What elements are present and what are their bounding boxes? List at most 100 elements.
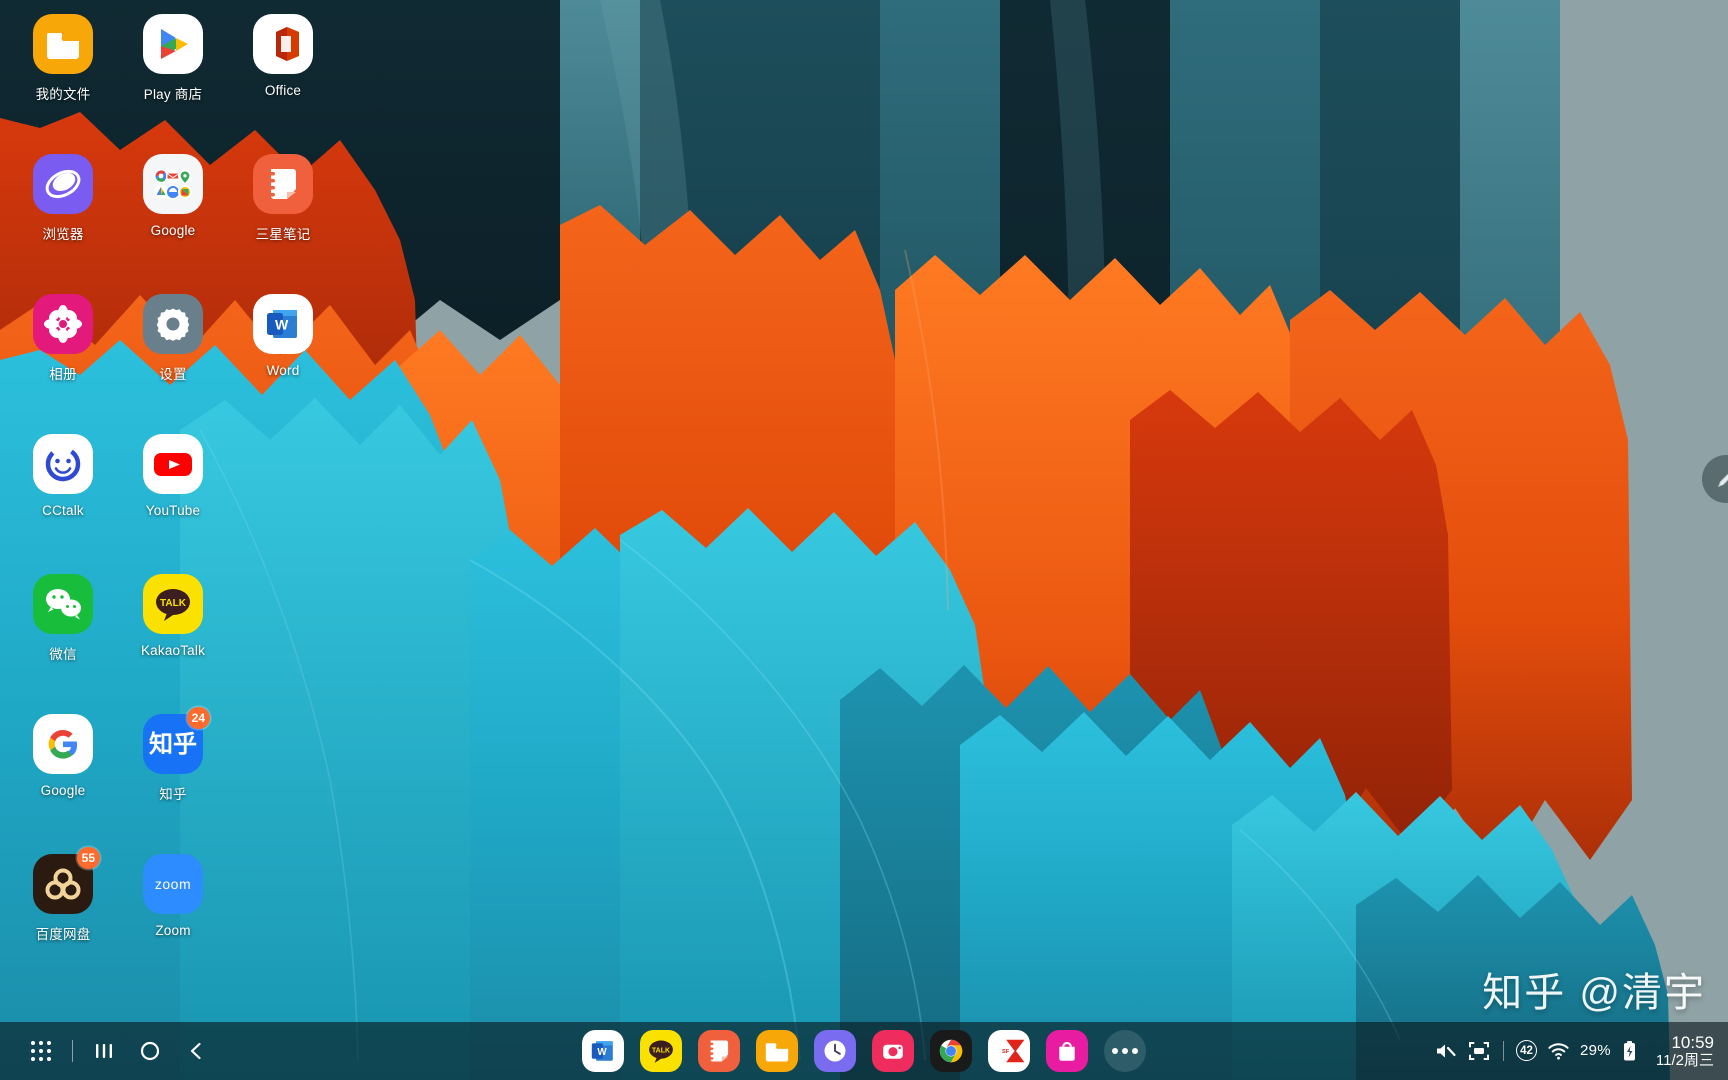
cctalk-icon [33, 434, 93, 494]
zhihu-icon: 知乎 24 [143, 707, 210, 774]
app-label: CCtalk [42, 503, 84, 518]
home-button[interactable] [127, 1028, 173, 1074]
app-icon-word[interactable]: W Word [228, 294, 338, 434]
taskbar-app-word[interactable]: W [582, 1030, 624, 1072]
dot [1122, 1048, 1128, 1054]
app-icon-samsung-notes[interactable]: 三星笔记 [228, 154, 338, 294]
app-label: 设置 [159, 367, 187, 382]
word-icon: W [253, 294, 313, 354]
wechat-icon [33, 574, 93, 634]
app-label: Word [266, 363, 300, 378]
app-icon-cctalk[interactable]: CCtalk [8, 434, 118, 574]
mute-button[interactable] [1433, 1039, 1457, 1063]
samsung-notes-icon [253, 154, 313, 214]
status-divider [1502, 1040, 1504, 1061]
app-label: Office [264, 83, 302, 98]
svg-text:SF: SF [1002, 1049, 1010, 1055]
recents-button[interactable] [81, 1028, 127, 1074]
battery-indicator[interactable] [1621, 1040, 1638, 1062]
app-icon-samsung-internet[interactable]: 浏览器 [8, 154, 118, 294]
play-store-icon [143, 14, 203, 74]
app-icon-zoom[interactable]: zoom Zoom [118, 854, 228, 994]
settings-gear-icon [143, 294, 203, 354]
taskbar-more-button[interactable] [1104, 1030, 1146, 1072]
back-button[interactable] [173, 1028, 219, 1074]
office-icon [253, 14, 313, 74]
svg-text:知乎: 知乎 [149, 731, 197, 758]
taskbar-app-camera[interactable] [872, 1030, 914, 1072]
kakaotalk-icon: TALK [143, 574, 203, 634]
wifi-icon [1548, 1043, 1569, 1061]
app-folder-google[interactable]: Google [118, 154, 228, 294]
app-label: Zoom [155, 923, 191, 938]
samsung-internet-icon [33, 154, 93, 214]
app-icon-kakaotalk[interactable]: TALK KakaoTalk [118, 574, 228, 714]
notification-badge: 55 [76, 847, 100, 869]
wifi-button[interactable] [1547, 1039, 1570, 1062]
taskbar-app-galaxy-store[interactable] [1046, 1030, 1088, 1072]
app-label: 我的文件 [35, 87, 91, 102]
battery-charging-icon [1623, 1040, 1635, 1061]
empty-grid-slot [228, 714, 338, 854]
app-icon-google-search[interactable]: Google [8, 714, 118, 854]
back-chevron-icon [190, 1042, 201, 1060]
battery-percent-label: 29% [1579, 1042, 1611, 1060]
notification-badge: 24 [186, 707, 210, 729]
empty-grid-slot [228, 434, 338, 574]
app-icon-zhihu[interactable]: 知乎 24 知乎 [118, 707, 228, 854]
taskbar-app-kakaotalk[interactable]: TALK [640, 1030, 682, 1072]
taskbar-app-samsung-notes[interactable] [698, 1030, 740, 1072]
app-label: 百度网盘 [35, 927, 91, 942]
home-screen-app-grid: 我的文件 Play 商店 Office 浏览器 Google 三星笔记 相册 设… [0, 0, 340, 942]
app-label: 知乎 [159, 787, 187, 802]
screen-capture-icon [1468, 1041, 1489, 1060]
taskbar-app-my-files[interactable] [756, 1030, 798, 1072]
taskbar: W TALK SF 42 29% 10:59 11/2周三 [0, 1022, 1728, 1080]
app-label: YouTube [145, 503, 201, 518]
apps-grid-icon [31, 1041, 51, 1061]
app-icon-settings[interactable]: 设置 [118, 294, 228, 434]
app-icon-gallery[interactable]: 相册 [8, 294, 118, 434]
my-files-icon [33, 14, 93, 74]
zoom-icon: zoom [143, 854, 203, 914]
empty-grid-slot [228, 854, 338, 994]
gallery-icon [33, 294, 93, 354]
svg-text:W: W [275, 317, 289, 333]
clock-time: 10:59 [1671, 1032, 1714, 1052]
app-label: 浏览器 [42, 227, 84, 242]
taskbar-pinned-apps: W TALK SF [582, 1030, 1146, 1072]
volume-muted-icon [1436, 1044, 1456, 1058]
empty-grid-slot [228, 574, 338, 714]
app-label: 微信 [49, 647, 77, 662]
pen-icon [1717, 473, 1728, 488]
app-icon-baidu-netdisk[interactable]: 55 百度网盘 [8, 847, 118, 994]
dot [1112, 1048, 1118, 1054]
taskbar-status-area: 42 29% 10:59 11/2周三 [1433, 1033, 1714, 1070]
svg-text:TALK: TALK [160, 598, 187, 609]
svg-text:TALK: TALK [652, 1047, 670, 1054]
app-label: KakaoTalk [140, 643, 206, 658]
app-icon-play-store[interactable]: Play 商店 [118, 14, 228, 154]
app-label: 相册 [49, 367, 77, 382]
taskbar-divider [72, 1040, 73, 1062]
app-icon-my-files[interactable]: 我的文件 [8, 14, 118, 154]
apps-grid-button[interactable] [18, 1028, 64, 1074]
dot [1132, 1048, 1138, 1054]
taskbar-app-sf-express[interactable]: SF [988, 1030, 1030, 1072]
taskbar-app-clock[interactable] [814, 1030, 856, 1072]
app-label: 三星笔记 [255, 227, 311, 242]
taskbar-app-chrome[interactable] [930, 1030, 972, 1072]
google-folder-icon [143, 154, 203, 214]
app-icon-wechat[interactable]: 微信 [8, 574, 118, 714]
clock-and-date[interactable]: 10:59 11/2周三 [1656, 1033, 1714, 1070]
taskbar-navigation [0, 1028, 219, 1074]
home-circle-icon [140, 1041, 160, 1061]
app-icon-office[interactable]: Office [228, 14, 338, 154]
notification-count-badge[interactable]: 42 [1515, 1040, 1537, 1062]
app-icon-youtube[interactable]: YouTube [118, 434, 228, 574]
baidu-netdisk-icon: 55 [33, 847, 100, 914]
svg-text:W: W [597, 1047, 607, 1058]
clock-date: 11/2周三 [1655, 1052, 1714, 1070]
google-g-icon [33, 714, 93, 774]
screen-capture-button[interactable] [1467, 1039, 1491, 1063]
